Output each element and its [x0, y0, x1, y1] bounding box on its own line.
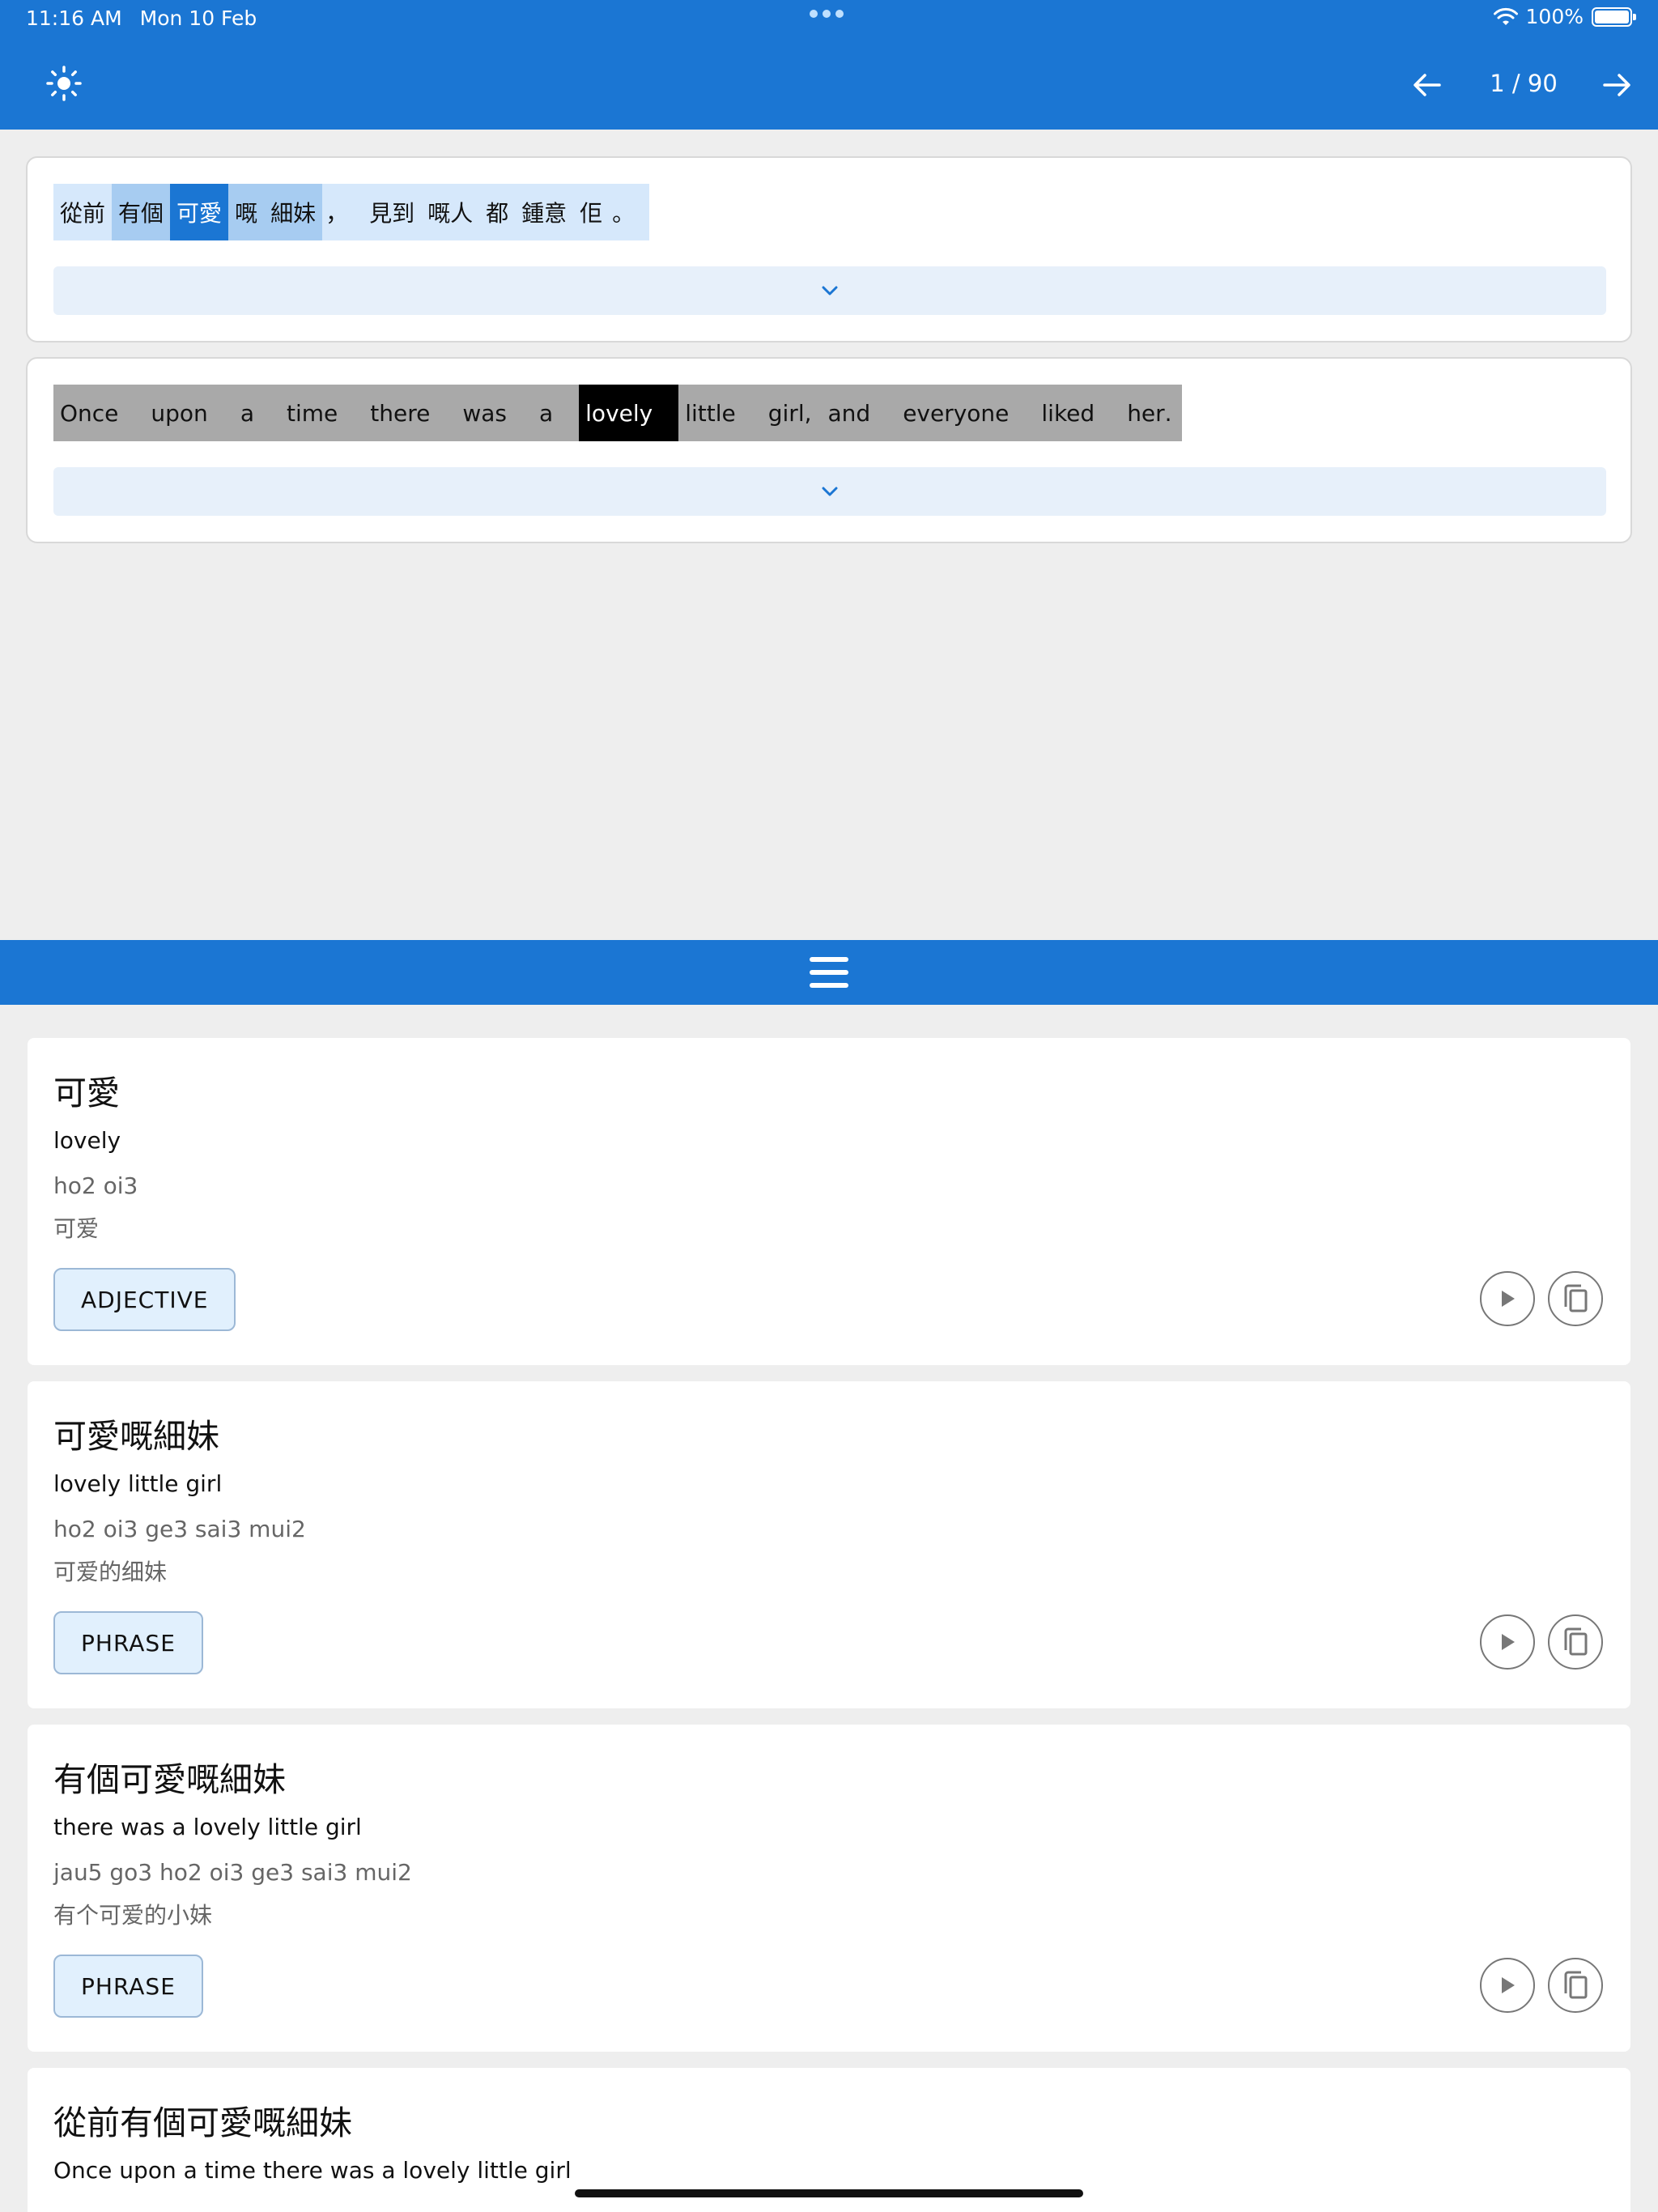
battery-percent: 100% [1525, 5, 1584, 28]
definition-simplified: 可爱 [53, 1215, 100, 1242]
token-selected[interactable]: lovely [579, 385, 679, 441]
status-time: 11:16 AM Mon 10 Feb [26, 6, 257, 30]
status-time-text: 11:16 AM [26, 6, 122, 30]
copy-icon [1564, 1284, 1588, 1312]
token[interactable]: 從前 [53, 184, 113, 240]
status-indicators: 100% [1493, 5, 1636, 28]
arrow-left-icon[interactable] [1409, 66, 1446, 104]
definition-card: 可愛嘅細妹 lovely little girl ho2 oi3 ge3 sai… [28, 1381, 1630, 1708]
token[interactable]: her [1120, 385, 1165, 441]
play-audio-button[interactable] [1480, 1271, 1535, 1326]
token[interactable]: , [804, 385, 822, 441]
copy-button[interactable] [1548, 1271, 1603, 1326]
definition-meaning: there was a lovely little girl [53, 1814, 362, 1840]
token[interactable]: a [233, 385, 280, 441]
chinese-token-row: 從前 有個 可愛嘅細妹，見到 嘅人都鍾意佢。 [53, 184, 650, 240]
token[interactable]: 嘅人 [421, 184, 480, 240]
copy-icon [1564, 1971, 1588, 1999]
play-audio-button[interactable] [1480, 1614, 1535, 1670]
definition-headword: 可愛 [53, 1074, 120, 1112]
english-token-row: Once upon a time there was a lovely little girl, a… [53, 385, 1182, 441]
definition-simplified: 有个可爱的小妹 [53, 1902, 213, 1929]
home-indicator[interactable] [575, 2189, 1083, 2197]
sun-icon[interactable] [45, 65, 83, 102]
definition-card: 可愛 lovely ho2 oi3 可爱 ADJECTIVE [28, 1038, 1630, 1365]
token[interactable]: there [363, 385, 457, 441]
token[interactable]: and [821, 385, 897, 441]
definition-jyutping: ho2 oi3 ge3 sai3 mui2 [53, 1516, 306, 1542]
definition-headword: 有個可愛嘅細妹 [53, 1760, 286, 1799]
sentence-card-english: Once upon a time there was a lovely little girl, a… [26, 357, 1632, 543]
wifi-icon [1493, 7, 1518, 25]
definition-simplified: 可爱的细妹 [53, 1559, 168, 1585]
copy-button[interactable] [1548, 1614, 1603, 1670]
token[interactable]: upon [144, 385, 234, 441]
token[interactable]: everyone [896, 385, 1035, 441]
token[interactable]: ， [322, 184, 363, 240]
definition-meaning: lovely [53, 1127, 121, 1154]
battery-icon [1592, 6, 1636, 27]
definition-jyutping: ho2 oi3 [53, 1172, 138, 1199]
token[interactable]: 。 [609, 184, 650, 240]
token[interactable]: was [456, 385, 533, 441]
panel-resize-handle[interactable] [0, 940, 1658, 1005]
copy-icon [1564, 1627, 1588, 1656]
menu-icon[interactable] [809, 955, 849, 990]
play-icon [1502, 1634, 1515, 1650]
token-selected[interactable]: 可愛 [170, 184, 229, 240]
token[interactable]: 佢 [573, 184, 610, 240]
play-audio-button[interactable] [1480, 1958, 1535, 2013]
definition-jyutping: jau5 go3 ho2 oi3 ge3 sai3 mui2 [53, 1859, 412, 1886]
token[interactable]: . [1164, 385, 1182, 441]
expand-translation-button[interactable] [53, 266, 1606, 315]
token[interactable]: 鍾意 [515, 184, 574, 240]
definition-card: 有個可愛嘅細妹 there was a lovely little girl j… [28, 1725, 1630, 2052]
copy-button[interactable] [1548, 1958, 1603, 2013]
part-of-speech-chip[interactable]: PHRASE [53, 1611, 203, 1674]
token[interactable]: 都 [479, 184, 516, 240]
expand-translation-button[interactable] [53, 467, 1606, 516]
part-of-speech-chip[interactable]: ADJECTIVE [53, 1268, 236, 1331]
definition-headword: 可愛嘅細妹 [53, 1417, 219, 1456]
status-date-text: Mon 10 Feb [139, 6, 257, 30]
sentence-card-chinese: 從前 有個 可愛嘅細妹，見到 嘅人都鍾意佢。 [26, 156, 1632, 342]
token[interactable]: 嘅 [228, 184, 265, 240]
token[interactable]: liked [1035, 385, 1121, 441]
definition-headword: 從前有個可愛嘅細妹 [53, 2104, 352, 2142]
token[interactable]: Once [53, 385, 145, 441]
chevron-down-icon [822, 286, 838, 296]
play-icon [1502, 1977, 1515, 1993]
token[interactable]: 細妹 [264, 184, 323, 240]
token[interactable]: 有個 [112, 184, 171, 240]
part-of-speech-chip[interactable]: PHRASE [53, 1955, 203, 2018]
arrow-right-icon[interactable] [1598, 66, 1635, 104]
definition-meaning: lovely little girl [53, 1470, 223, 1497]
page-counter: 1 / 90 [1490, 70, 1558, 97]
token[interactable]: time [279, 385, 364, 441]
top-app-bar: 11:16 AM Mon 10 Feb 100% 1 / 90 [0, 0, 1658, 130]
token[interactable]: a [532, 385, 580, 441]
multitasking-dots-icon[interactable] [810, 10, 844, 18]
chevron-down-icon [822, 487, 838, 496]
token[interactable]: 見到 [363, 184, 422, 240]
definition-meaning: Once upon a time there was a lovely litt… [53, 2157, 572, 2184]
token[interactable]: little [678, 385, 762, 441]
play-icon [1502, 1291, 1515, 1307]
token[interactable]: girl [761, 385, 805, 441]
